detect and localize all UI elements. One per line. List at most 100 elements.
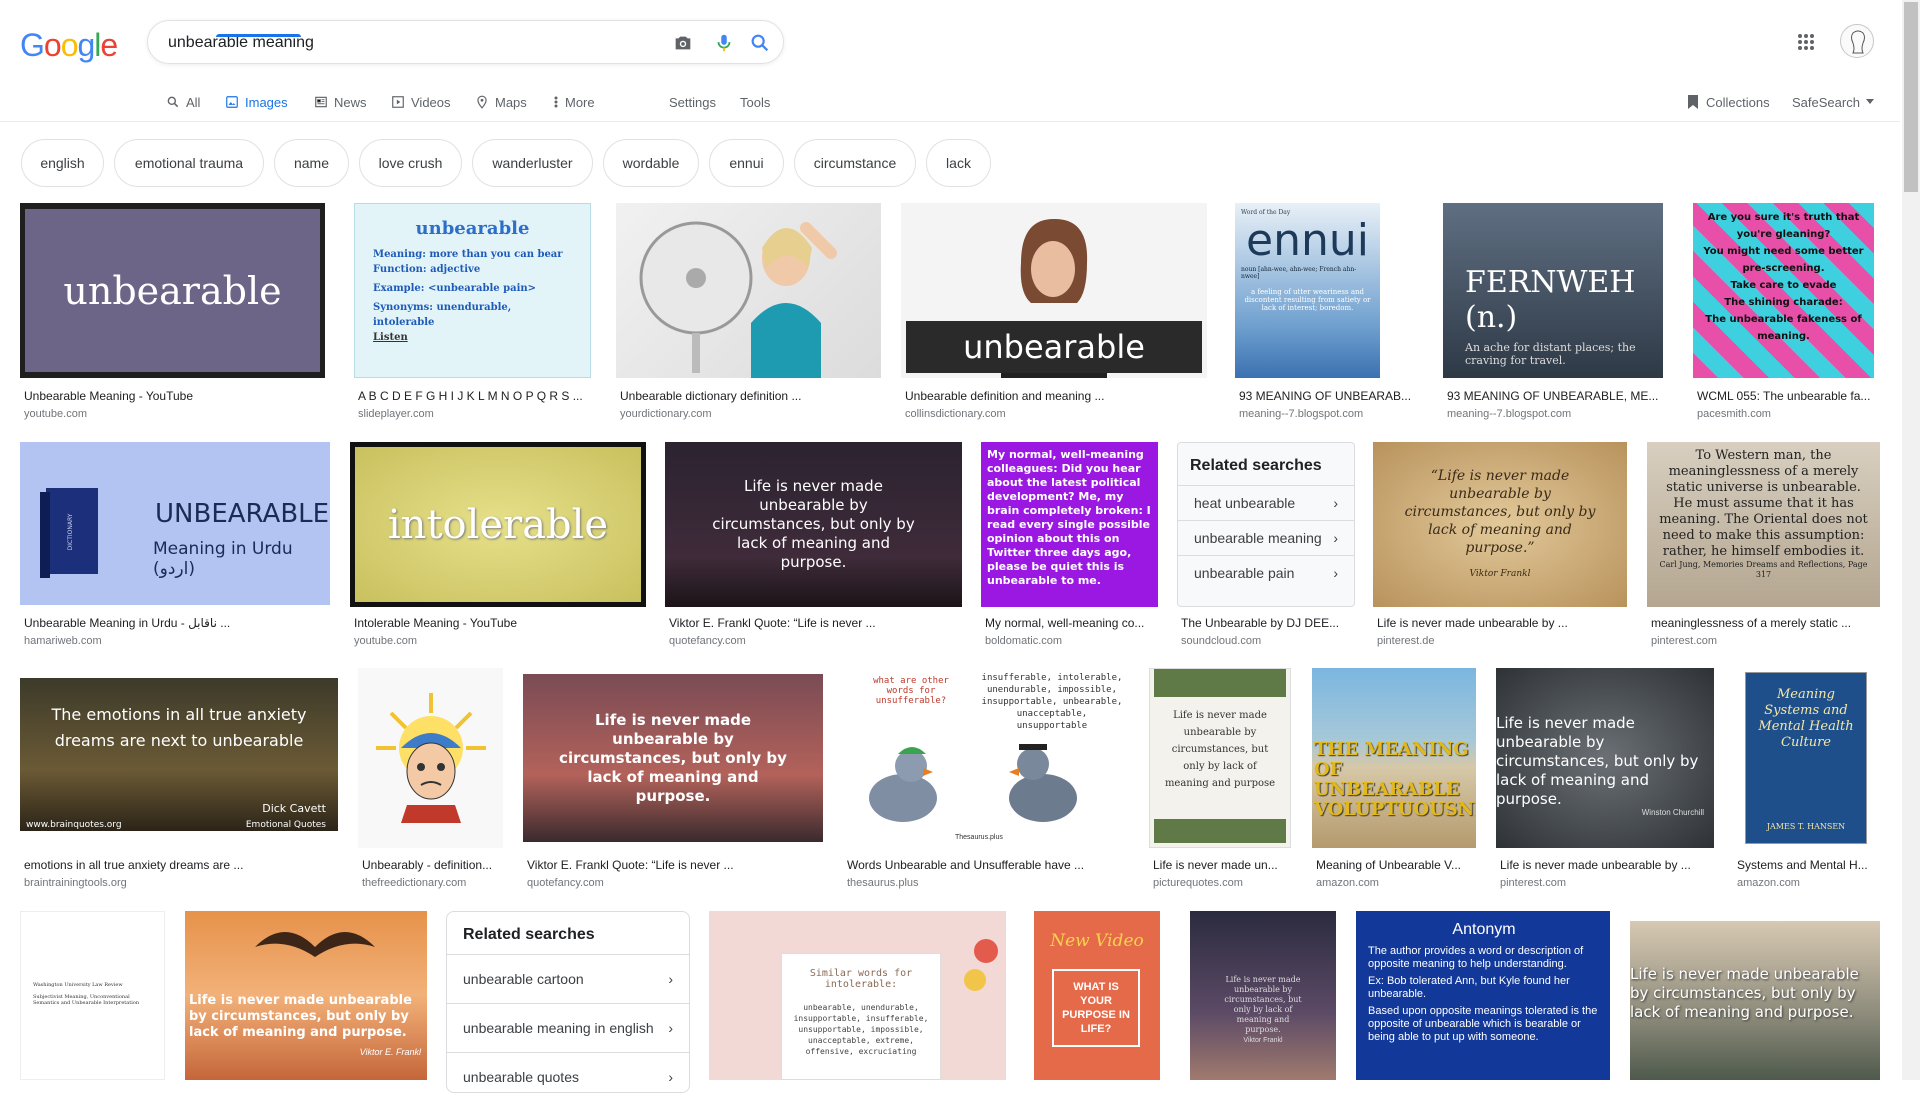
search-input[interactable] (166, 21, 610, 65)
chip-circumstance[interactable]: circumstance (794, 139, 916, 187)
chip-wordable[interactable]: wordable (603, 139, 699, 187)
result-source[interactable]: collinsdictionary.com (905, 408, 1205, 420)
result-thumbnail[interactable]: My normal, well-meaning colleagues: Did … (981, 442, 1158, 607)
chip-lack[interactable]: lack (926, 139, 991, 187)
result-source[interactable]: braintrainingtools.org (24, 877, 339, 889)
account-avatar[interactable] (1840, 24, 1874, 58)
result-thumbnail[interactable] (358, 668, 503, 848)
result-thumbnail[interactable]: intolerable (350, 442, 646, 607)
related-item[interactable]: unbearable meaning in english › (447, 1003, 689, 1052)
result-thumbnail[interactable]: Washington University Law Review Subject… (20, 911, 165, 1080)
result-thumbnail[interactable]: Life is never made unbearable by circums… (1190, 911, 1336, 1080)
safesearch-dropdown[interactable]: SafeSearch (1792, 90, 1874, 114)
result-source[interactable]: hamariweb.com (24, 635, 329, 647)
tab-news[interactable]: News (314, 90, 367, 114)
result-title[interactable]: 93 MEANING OF UNBEARABLE, ME... (1447, 389, 1667, 403)
result-thumbnail[interactable]: Life is never made unbearable by circums… (185, 911, 427, 1080)
search-icon[interactable] (749, 32, 771, 54)
result-source[interactable]: youtube.com (354, 635, 644, 647)
result-thumbnail[interactable]: Meaning Systems and Mental Health Cultur… (1733, 668, 1878, 848)
microphone-icon[interactable] (713, 32, 735, 54)
result-thumbnail[interactable]: FERNWEH (n.) An ache for distant places;… (1443, 203, 1663, 378)
result-source[interactable]: youtube.com (24, 408, 324, 420)
result-source[interactable]: picturequotes.com (1153, 877, 1293, 889)
chip-english[interactable]: english (21, 139, 104, 187)
result-title[interactable]: WCML 055: The unbearable fa... (1697, 389, 1877, 403)
result-thumbnail[interactable]: Antonym The author provides a word or de… (1356, 911, 1610, 1080)
result-source[interactable]: quotefancy.com (669, 635, 959, 647)
result-title[interactable]: Life is never made un... (1153, 858, 1293, 872)
result-title[interactable]: Life is never made unbearable by ... (1500, 858, 1715, 872)
result-title[interactable]: Viktor E. Frankl Quote: “Life is never .… (527, 858, 822, 872)
result-thumbnail[interactable]: New Video WHAT IS YOUR PURPOSE IN LIFE? (1034, 911, 1160, 1080)
tab-images[interactable]: Images (225, 90, 288, 114)
result-thumbnail[interactable]: DICTIONARY UNBEARABLE Meaning in Urdu (ا… (20, 442, 330, 605)
chip-ennui[interactable]: ennui (709, 139, 784, 187)
result-source[interactable]: pacesmith.com (1697, 408, 1877, 420)
result-title[interactable]: Unbearable Meaning - YouTube (24, 389, 324, 403)
result-thumbnail[interactable]: what are other words for unsufferable? i… (843, 668, 1129, 848)
camera-icon[interactable] (672, 32, 694, 54)
result-title[interactable]: Life is never made unbearable by ... (1377, 616, 1627, 630)
result-thumbnail[interactable]: unbearable (901, 203, 1207, 378)
chip-emotional-trauma[interactable]: emotional trauma (114, 139, 264, 187)
result-title[interactable]: Words Unbearable and Unsufferable have .… (847, 858, 1127, 872)
result-title[interactable]: Unbearable Meaning in Urdu - ناقابل ... (24, 616, 329, 630)
tab-videos[interactable]: Videos (391, 90, 451, 114)
result-title[interactable]: meaninglessness of a merely static ... (1651, 616, 1881, 630)
related-item[interactable]: heat unbearable › (1178, 485, 1354, 520)
result-source[interactable]: yourdictionary.com (620, 408, 880, 420)
result-source[interactable]: soundcloud.com (1181, 635, 1356, 647)
result-source[interactable]: thesaurus.plus (847, 877, 1127, 889)
result-title[interactable]: Viktor E. Frankl Quote: “Life is never .… (669, 616, 959, 630)
tab-maps[interactable]: Maps (475, 90, 527, 114)
result-title[interactable]: 93 MEANING OF UNBEARAB... (1239, 389, 1419, 403)
result-thumbnail[interactable]: Life is never made unbearable by circums… (1630, 911, 1880, 1080)
result-thumbnail[interactable]: Life is never made unbearable by circums… (665, 442, 962, 607)
collections-link[interactable]: Collections (1686, 90, 1770, 114)
google-logo[interactable]: Google (20, 27, 118, 64)
result-source[interactable]: pinterest.de (1377, 635, 1627, 647)
related-item[interactable]: unbearable quotes › (447, 1052, 689, 1092)
result-thumbnail[interactable] (616, 203, 881, 378)
result-thumbnail[interactable]: THE MEANING OF UNBEARABLE VOLUPTUOUSNESS (1312, 668, 1476, 848)
result-title[interactable]: Unbearable dictionary definition ... (620, 389, 880, 403)
result-title[interactable]: Meaning of Unbearable V... (1316, 858, 1476, 872)
related-item[interactable]: unbearable pain › (1178, 555, 1354, 590)
result-source[interactable]: pinterest.com (1500, 877, 1715, 889)
chip-wanderluster[interactable]: wanderluster (472, 139, 593, 187)
result-source[interactable]: slideplayer.com (358, 408, 593, 420)
settings-link[interactable]: Settings (669, 90, 716, 114)
result-source[interactable]: thefreedictionary.com (362, 877, 507, 889)
result-source[interactable]: amazon.com (1737, 877, 1882, 889)
chip-love-crush[interactable]: love crush (359, 139, 462, 187)
result-source[interactable]: quotefancy.com (527, 877, 822, 889)
result-title[interactable]: A B C D E F G H I J K L M N O P Q R S ..… (358, 389, 593, 403)
tools-link[interactable]: Tools (740, 90, 770, 114)
scrollbar-thumb[interactable] (1904, 2, 1918, 192)
related-item[interactable]: unbearable meaning › (1178, 520, 1354, 555)
result-thumbnail[interactable]: Life is never made unbearable by circums… (1149, 668, 1291, 848)
result-source[interactable]: pinterest.com (1651, 635, 1881, 647)
result-title[interactable]: The Unbearable by DJ DEE... (1181, 616, 1356, 630)
result-thumbnail[interactable]: unbearable (20, 203, 325, 378)
related-item[interactable]: unbearable cartoon › (447, 954, 689, 1003)
result-thumbnail[interactable]: The emotions in all true anxiety dreams … (20, 668, 338, 841)
result-title[interactable]: emotions in all true anxiety dreams are … (24, 858, 339, 872)
result-thumbnail[interactable]: Word of the Day ennui noun [ahn-wee, ahn… (1235, 203, 1380, 378)
result-title[interactable]: Unbearable definition and meaning ... (905, 389, 1205, 403)
result-source[interactable]: meaning--7.blogspot.com (1447, 408, 1667, 420)
tab-all[interactable]: All (166, 90, 200, 114)
result-thumbnail[interactable]: To Western man, the meaninglessness of a… (1647, 442, 1880, 607)
result-thumbnail[interactable]: Similar words for intolerable: unbearabl… (709, 911, 1006, 1080)
result-thumbnail[interactable]: “Life is never made unbearable by circum… (1373, 442, 1627, 607)
result-title[interactable]: Unbearably - definition... (362, 858, 507, 872)
result-thumbnail[interactable]: Life is never made unbearable by circums… (523, 668, 823, 848)
tab-more[interactable]: More (553, 90, 595, 114)
result-thumbnail[interactable]: Life is never made unbearable by circums… (1496, 668, 1714, 848)
result-title[interactable]: My normal, well-meaning co... (985, 616, 1160, 630)
result-thumbnail[interactable]: Are you sure it's truth that you're glea… (1693, 203, 1874, 378)
result-source[interactable]: meaning--7.blogspot.com (1239, 408, 1419, 420)
result-source[interactable]: amazon.com (1316, 877, 1476, 889)
result-title[interactable]: Systems and Mental H... (1737, 858, 1882, 872)
